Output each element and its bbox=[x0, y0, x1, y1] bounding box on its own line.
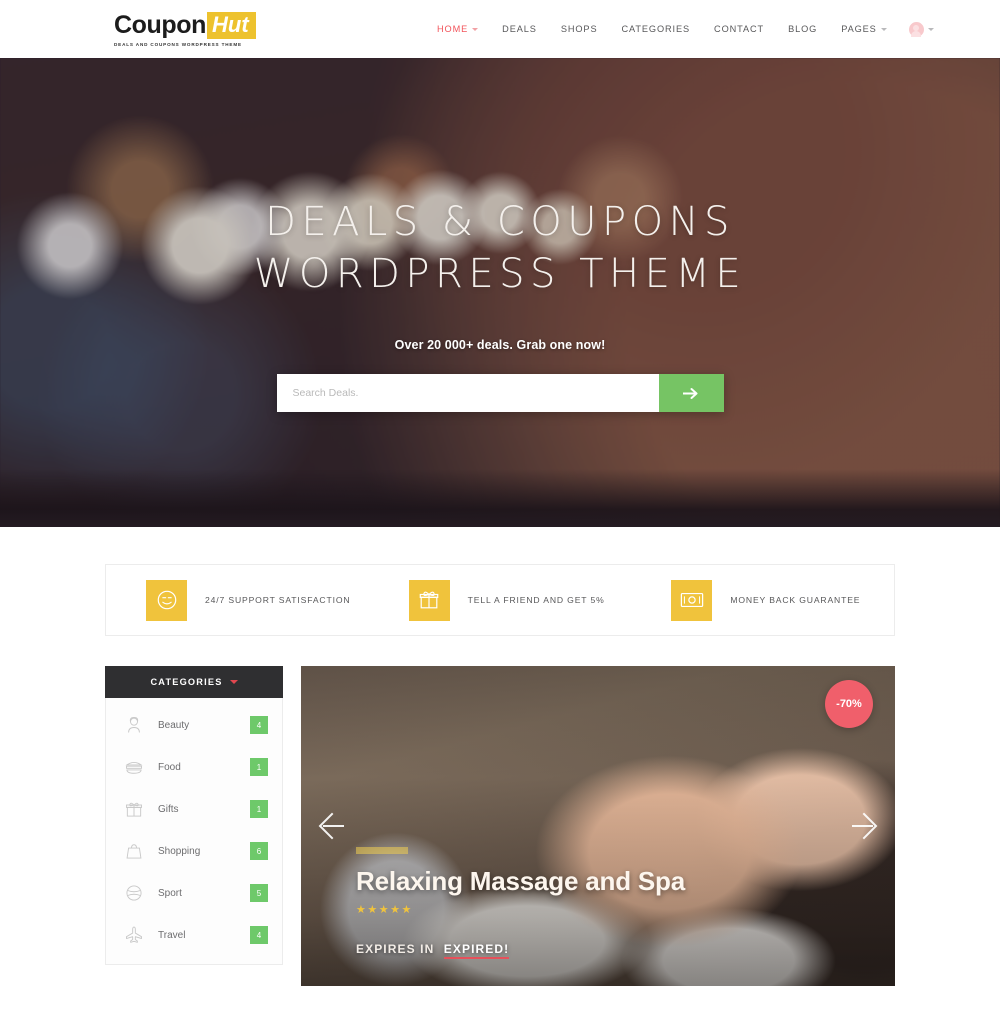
nav-item-contact[interactable]: CONTACT bbox=[702, 24, 776, 34]
logo-accent-text: Hut bbox=[207, 11, 256, 39]
chevron-down-icon bbox=[927, 27, 934, 31]
food-burger-icon bbox=[124, 757, 148, 777]
hero-title: DEALS & COUPONS WORDPRESS THEME bbox=[0, 196, 1000, 300]
category-item-gifts[interactable]: Gifts 1 bbox=[106, 788, 282, 830]
category-item-sport-label: Sport bbox=[158, 887, 182, 899]
deal-title[interactable]: Relaxing Massage and Spa bbox=[356, 867, 685, 896]
deal-expiry: EXPIRES IN EXPIRED! bbox=[356, 942, 685, 959]
feature-money-back-label: MONEY BACK GUARANTEE bbox=[730, 595, 861, 605]
sport-ball-icon bbox=[124, 883, 148, 903]
banknote-icon bbox=[680, 592, 704, 608]
category-item-shopping-count: 6 bbox=[250, 842, 268, 860]
deal-category-tag bbox=[356, 847, 408, 855]
nav-item-blog[interactable]: BLOG bbox=[776, 24, 829, 34]
gift-box-icon bbox=[124, 799, 148, 819]
smiley-face-icon-box bbox=[146, 579, 187, 621]
categories-header-label: CATEGORIES bbox=[150, 677, 223, 687]
deal-expiry-label: EXPIRES IN bbox=[356, 942, 435, 956]
hero-bottom-gradient bbox=[0, 469, 1000, 527]
arrow-right-icon bbox=[852, 812, 878, 840]
deal-info: Relaxing Massage and Spa ★★★★★ EXPIRES I… bbox=[356, 847, 685, 959]
hero-subtitle: Over 20 000+ deals. Grab one now! bbox=[394, 338, 606, 352]
feature-referral-label: TELL A FRIEND AND GET 5% bbox=[467, 595, 605, 605]
category-item-sport-count: 5 bbox=[250, 884, 268, 902]
main-content: CATEGORIES Beauty 4 Food 1 Gifts 1 Shopp… bbox=[105, 666, 895, 986]
site-header: Coupon Hut DEALS AND COUPONS WORDPRESS T… bbox=[0, 0, 1000, 58]
categories-header[interactable]: CATEGORIES bbox=[105, 666, 283, 698]
gift-box-icon bbox=[419, 591, 439, 609]
nav-item-contact-label: CONTACT bbox=[714, 24, 765, 34]
hero-title-line-1: DEALS & COUPONS bbox=[265, 199, 735, 245]
nav-item-categories-label: CATEGORIES bbox=[621, 24, 691, 34]
feature-referral: TELL A FRIEND AND GET 5% bbox=[369, 579, 632, 621]
banknote-icon-box bbox=[671, 579, 713, 621]
logo-tagline: DEALS AND COUPONS WORDPRESS THEME bbox=[114, 41, 242, 47]
featured-deal-slider[interactable]: -70% Relaxing Massage and Spa ★★★★★ EXPI… bbox=[301, 666, 895, 986]
hero-content: DEALS & COUPONS WORDPRESS THEME Over 20 … bbox=[0, 58, 1000, 412]
features-bar: 24/7 SUPPORT SATISFACTION TELL A FRIEND … bbox=[105, 564, 895, 636]
nav-item-categories[interactable]: CATEGORIES bbox=[609, 24, 702, 34]
logo-main-text: Coupon bbox=[114, 10, 207, 39]
logo-row: Coupon Hut bbox=[114, 10, 256, 39]
main-navigation: HOME DEALS SHOPS CATEGORIES CONTACT BLOG… bbox=[425, 0, 944, 58]
category-item-travel-label: Travel bbox=[158, 929, 186, 941]
search-input[interactable] bbox=[276, 374, 659, 412]
nav-item-home[interactable]: HOME bbox=[425, 24, 490, 34]
nav-item-shops[interactable]: SHOPS bbox=[549, 24, 610, 34]
feature-support: 24/7 SUPPORT SATISFACTION bbox=[106, 579, 369, 621]
category-item-beauty-count: 4 bbox=[250, 716, 268, 734]
category-item-travel-count: 4 bbox=[250, 926, 268, 944]
shopping-bag-icon bbox=[124, 841, 148, 861]
deal-expired-status: EXPIRED! bbox=[443, 942, 510, 959]
discount-badge: -70% bbox=[825, 680, 873, 728]
nav-item-deals-label: DEALS bbox=[502, 24, 537, 34]
nav-item-home-label: HOME bbox=[437, 24, 469, 34]
slider-next-button[interactable] bbox=[851, 809, 879, 843]
chevron-down-icon bbox=[880, 27, 887, 31]
category-item-food-count: 1 bbox=[250, 758, 268, 776]
hero-title-line-2: WORDPRESS THEME bbox=[253, 251, 747, 297]
smiley-face-icon bbox=[157, 590, 176, 610]
gift-box-icon-box bbox=[408, 579, 450, 621]
category-item-gifts-label: Gifts bbox=[158, 803, 179, 815]
category-item-beauty-label: Beauty bbox=[158, 719, 190, 731]
user-account-icon bbox=[908, 21, 924, 37]
category-item-food[interactable]: Food 1 bbox=[106, 746, 282, 788]
nav-item-deals[interactable]: DEALS bbox=[490, 24, 549, 34]
nav-item-blog-label: BLOG bbox=[788, 24, 818, 34]
nav-item-shops-label: SHOPS bbox=[560, 24, 598, 34]
slider-prev-button[interactable] bbox=[317, 809, 345, 843]
search-submit-button[interactable] bbox=[658, 374, 724, 412]
arrow-right-icon bbox=[682, 387, 697, 399]
site-logo[interactable]: Coupon Hut DEALS AND COUPONS WORDPRESS T… bbox=[114, 10, 256, 47]
hero-banner: DEALS & COUPONS WORDPRESS THEME Over 20 … bbox=[0, 58, 1000, 527]
travel-plane-icon bbox=[124, 925, 148, 945]
category-item-travel[interactable]: Travel 4 bbox=[106, 914, 282, 956]
arrow-left-icon bbox=[318, 812, 344, 840]
categories-sidebar: CATEGORIES Beauty 4 Food 1 Gifts 1 Shopp… bbox=[105, 666, 283, 965]
hero-search-bar bbox=[276, 374, 724, 412]
chevron-down-icon bbox=[472, 27, 479, 31]
nav-item-pages-label: PAGES bbox=[841, 24, 877, 34]
chevron-down-icon bbox=[229, 680, 238, 684]
category-item-shopping-label: Shopping bbox=[158, 845, 201, 857]
category-item-beauty[interactable]: Beauty 4 bbox=[106, 704, 282, 746]
category-item-food-label: Food bbox=[158, 761, 181, 773]
category-item-sport[interactable]: Sport 5 bbox=[106, 872, 282, 914]
beauty-woman-icon bbox=[124, 715, 148, 735]
feature-support-label: 24/7 SUPPORT SATISFACTION bbox=[205, 595, 351, 605]
account-menu[interactable] bbox=[899, 21, 944, 37]
nav-item-pages[interactable]: PAGES bbox=[829, 24, 898, 34]
feature-money-back: MONEY BACK GUARANTEE bbox=[631, 579, 894, 621]
categories-list: Beauty 4 Food 1 Gifts 1 Shopping 6 Sport… bbox=[105, 698, 283, 965]
category-item-shopping[interactable]: Shopping 6 bbox=[106, 830, 282, 872]
deal-rating-stars: ★★★★★ bbox=[356, 904, 413, 916]
category-item-gifts-count: 1 bbox=[250, 800, 268, 818]
